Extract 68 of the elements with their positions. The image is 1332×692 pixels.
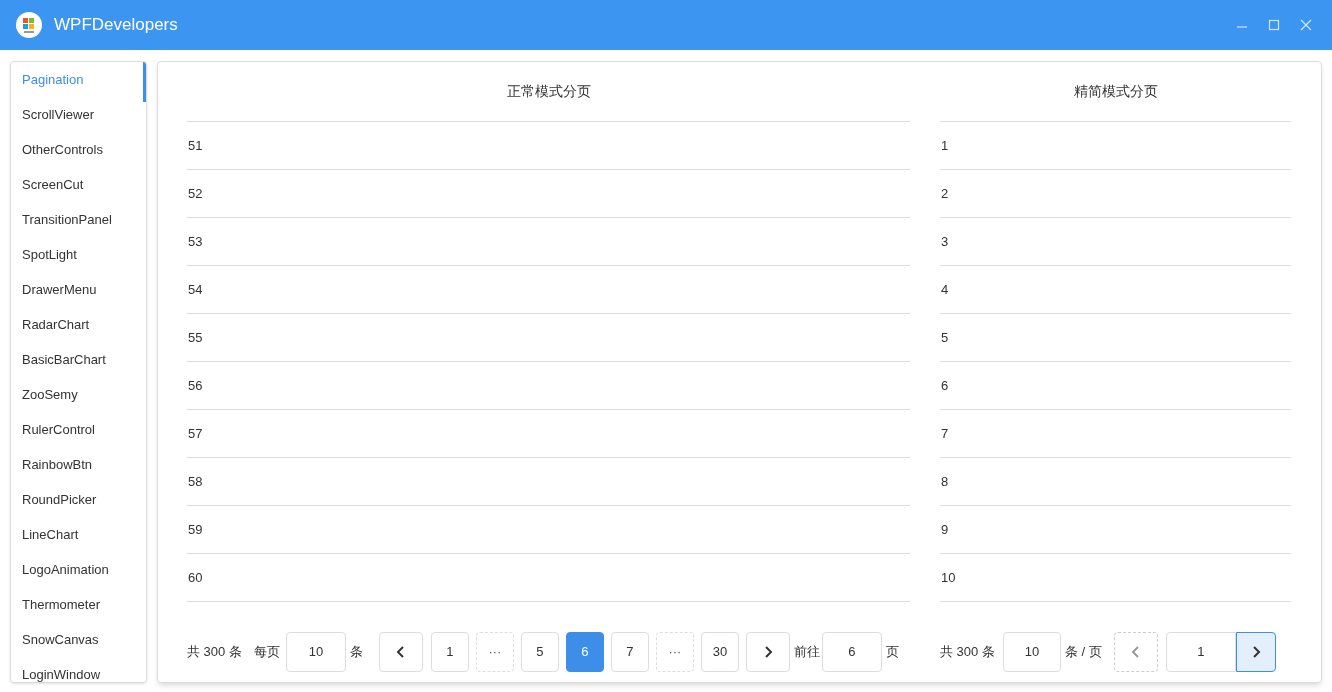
table-cell-text: 3 xyxy=(940,232,949,251)
table-cell-text: 7 xyxy=(940,424,949,443)
table-cell-text: 54 xyxy=(187,280,203,299)
sidebar-item[interactable]: RulerControl xyxy=(11,412,146,447)
sidebar-item[interactable]: Pagination xyxy=(11,62,146,97)
table-cell-text: 5 xyxy=(940,328,949,347)
table-cell-text: 55 xyxy=(187,328,203,347)
unit-label: 条 xyxy=(349,643,363,662)
table-cell-text: 1 xyxy=(940,136,949,155)
sidebar-item[interactable]: RainbowBtn xyxy=(11,447,146,482)
sidebar-item[interactable]: TransitionPanel xyxy=(11,202,146,237)
unit-label: 页 xyxy=(885,643,899,662)
page-button[interactable]: 30 xyxy=(700,632,739,672)
per-page-field[interactable]: 10 xyxy=(285,632,346,672)
previous-page-button[interactable] xyxy=(378,632,423,672)
next-page-button[interactable] xyxy=(1235,632,1276,672)
goto-label: 前往 xyxy=(793,643,820,662)
table-cell-text: 60 xyxy=(187,568,203,587)
table-cell-text: 4 xyxy=(940,280,949,299)
table-cell-text: 53 xyxy=(187,232,203,251)
column-header: 精简模式分页 xyxy=(940,62,1291,122)
sidebar-item[interactable]: OtherControls xyxy=(11,132,146,167)
sidebar-item[interactable]: LoginWindow xyxy=(11,657,146,682)
sidebar-item[interactable]: SnowCanvas xyxy=(11,622,146,657)
table-cell-text: 51 xyxy=(187,136,203,155)
scrollbar-thumb[interactable] xyxy=(143,62,146,102)
page-button[interactable]: 1 xyxy=(430,632,469,672)
sidebar-item[interactable]: LogoAnimation xyxy=(11,552,146,587)
table-cell-text: 59 xyxy=(187,520,203,539)
current-page-field[interactable]: 1 xyxy=(1165,632,1236,672)
sidebar-item[interactable]: SpotLight xyxy=(11,237,146,272)
chevron-right-icon xyxy=(762,646,773,658)
per-page-field[interactable]: 10 xyxy=(1002,632,1061,672)
table-cell-text: 8 xyxy=(940,472,949,491)
table-cell-text: 9 xyxy=(940,520,949,539)
sidebar-item[interactable]: BasicBarChart xyxy=(11,342,146,377)
table-cell-text: 58 xyxy=(187,472,203,491)
more-pages-button[interactable]: ··· xyxy=(475,632,514,672)
table-cell-text: 56 xyxy=(187,376,203,395)
column-header: 正常模式分页 xyxy=(187,62,910,122)
page-button[interactable]: 7 xyxy=(610,632,649,672)
sidebar-item[interactable]: Thermometer xyxy=(11,587,146,622)
per-page-label: 每页 xyxy=(253,643,280,662)
goto-page-field[interactable]: 6 xyxy=(821,632,882,672)
chevron-right-icon xyxy=(1250,646,1261,658)
page-button[interactable]: 5 xyxy=(520,632,559,672)
sidebar-item[interactable]: RoundPicker xyxy=(11,482,146,517)
chevron-left-icon xyxy=(1130,646,1141,658)
sidebar-item[interactable]: ScreenCut xyxy=(11,167,146,202)
sidebar-item[interactable]: DrawerMenu xyxy=(11,272,146,307)
chevron-left-icon xyxy=(395,646,406,658)
window-title: WPFDevelopers xyxy=(54,14,178,37)
table-cell-text: 57 xyxy=(187,424,203,443)
total-count: 共 300 条 xyxy=(187,643,242,662)
sidebar-item[interactable]: ZooSemy xyxy=(11,377,146,412)
close-icon[interactable] xyxy=(1300,19,1312,31)
table-cell-text: 52 xyxy=(187,184,203,203)
sidebar-item[interactable]: LineChart xyxy=(11,517,146,552)
app-logo-icon xyxy=(16,12,42,38)
sidebar-item[interactable]: ScrollViewer xyxy=(11,97,146,132)
maximize-icon[interactable] xyxy=(1268,19,1280,31)
table-cell-text: 2 xyxy=(940,184,949,203)
table-cell-text: 10 xyxy=(940,568,956,587)
more-pages-button[interactable]: ··· xyxy=(655,632,694,672)
unit-label: 条 / 页 xyxy=(1064,643,1102,662)
table-cell-text: 6 xyxy=(940,376,949,395)
sidebar-item[interactable]: RadarChart xyxy=(11,307,146,342)
total-count: 共 300 条 xyxy=(940,643,995,662)
